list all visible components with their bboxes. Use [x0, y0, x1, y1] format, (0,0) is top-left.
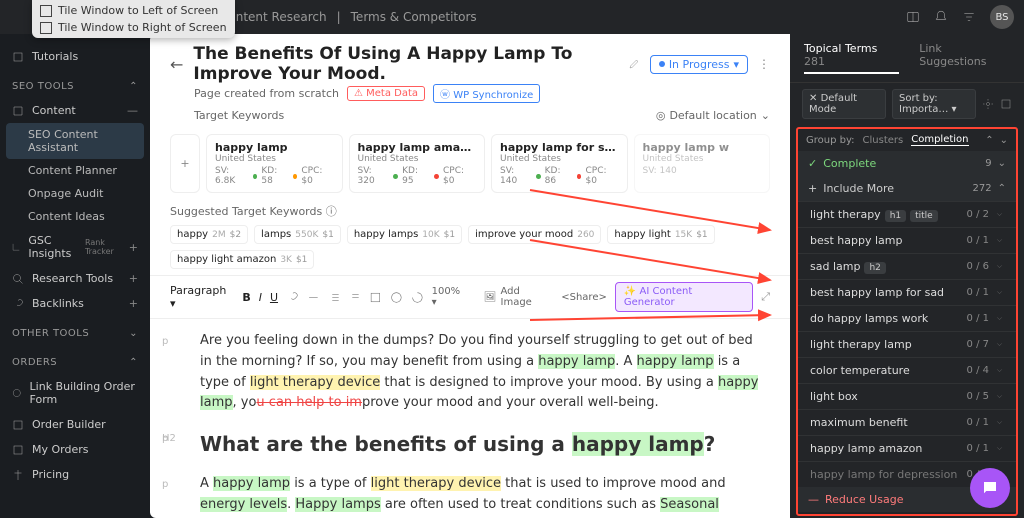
- bold-button[interactable]: B: [242, 291, 250, 304]
- kw-card-1[interactable]: happy lamp amazonUnited States SV: 320KD…: [349, 134, 486, 193]
- main-editor: ← The Benefits Of Using A Happy Lamp To …: [150, 34, 790, 518]
- term-row[interactable]: light therapy lamp0 / 7: [798, 331, 1016, 357]
- sidebar-gsc[interactable]: GSC Insights Rank Tracker+: [0, 228, 150, 266]
- collapse-all-icon[interactable]: ⌃: [985, 135, 993, 146]
- crumb-1[interactable]: Content Research: [220, 10, 327, 24]
- section-complete[interactable]: ✓ Complete9 ⌄: [798, 151, 1016, 176]
- strike-icon[interactable]: [307, 291, 320, 304]
- sidebar-orders[interactable]: ORDERS⌃: [0, 351, 150, 374]
- term-row[interactable]: maximum benefit0 / 1: [798, 409, 1016, 435]
- term-row[interactable]: light therapyh1title0 / 2: [798, 201, 1016, 227]
- term-row[interactable]: do happy lamps work0 / 1: [798, 305, 1016, 331]
- right-panel: Topical Terms 281 Link Suggestions ✕ Def…: [790, 34, 1024, 518]
- group-completion[interactable]: Completion: [911, 134, 968, 146]
- share-button[interactable]: <Share>: [561, 292, 607, 303]
- add-keyword-button[interactable]: +: [170, 134, 200, 193]
- term-row[interactable]: light box0 / 5: [798, 383, 1016, 409]
- tab-topical-terms[interactable]: Topical Terms 281: [804, 42, 899, 74]
- kw-card-0[interactable]: happy lampUnited States SV: 6.8KKD: 58CP…: [206, 134, 343, 193]
- sidebar-pricing[interactable]: Pricing: [0, 462, 150, 487]
- clear-icon[interactable]: [390, 291, 403, 304]
- group-clusters[interactable]: Clusters: [863, 135, 904, 146]
- avatar[interactable]: BS: [990, 5, 1014, 29]
- sidebar-content[interactable]: Content—: [0, 98, 150, 123]
- list-ul-icon[interactable]: [348, 291, 361, 304]
- sidebar-onpage-audit[interactable]: Onpage Audit: [0, 182, 150, 205]
- expand-all-icon[interactable]: ⌄: [1000, 135, 1008, 146]
- kw-card-3[interactable]: happy lamp wUnited States SV: 140: [634, 134, 771, 193]
- filter-icon[interactable]: [962, 10, 976, 24]
- status-pill[interactable]: In Progress ▾: [650, 55, 748, 74]
- term-row[interactable]: best happy lamp for sad0 / 1: [798, 279, 1016, 305]
- term-row[interactable]: color temperature0 / 4: [798, 357, 1016, 383]
- term-row[interactable]: best happy lamp0 / 1: [798, 227, 1016, 253]
- sug-3[interactable]: improve your mood260: [468, 225, 601, 244]
- sug-1[interactable]: lamps550K$1: [254, 225, 341, 244]
- back-button[interactable]: ←: [170, 55, 183, 74]
- editor-toolbar: Paragraph ▾ B I U 100% ▾ 🖼 Add Image <Sh…: [150, 275, 790, 319]
- section-include[interactable]: + Include More272 ⌃: [798, 176, 1016, 201]
- gear-icon[interactable]: [982, 98, 994, 110]
- zoom-select[interactable]: 100% ▾: [432, 286, 468, 308]
- term-row[interactable]: happy lamp amazon0 / 1: [798, 435, 1016, 461]
- chat-button[interactable]: [970, 468, 1010, 508]
- quote-icon[interactable]: [369, 291, 382, 304]
- sidebar-other-tools[interactable]: OTHER TOOLS⌄: [0, 322, 150, 345]
- sug-0[interactable]: happy2M$2: [170, 225, 248, 244]
- target-keywords-label: Target Keywords: [194, 109, 284, 122]
- book-icon[interactable]: [906, 10, 920, 24]
- editor-body[interactable]: p Are you feeling down in the dumps? Do …: [150, 319, 790, 518]
- mode-select[interactable]: ✕ Default Mode: [802, 89, 886, 119]
- tab-link-suggestions[interactable]: Link Suggestions: [919, 42, 1010, 74]
- breadcrumb: Content Research | Terms & Competitors: [220, 10, 477, 24]
- sidebar-backlinks[interactable]: Backlinks+: [0, 291, 150, 316]
- sidebar-order-builder[interactable]: Order Builder: [0, 412, 150, 437]
- default-location[interactable]: ◎ Default location ⌄: [656, 109, 770, 122]
- crumb-2[interactable]: Terms & Competitors: [351, 10, 477, 24]
- sidebar-research[interactable]: Research Tools+: [0, 266, 150, 291]
- page-title[interactable]: The Benefits Of Using A Happy Lamp To Im…: [193, 44, 617, 84]
- suggested-keywords-label: Suggested Target Keywords ⓘ: [150, 199, 790, 223]
- sidebar-seo-content-assistant[interactable]: SEO Content Assistant: [6, 123, 144, 159]
- expand-icon[interactable]: ⤢: [761, 290, 770, 304]
- sidebar-content-planner[interactable]: Content Planner: [0, 159, 150, 182]
- terms-panel: Group by: Clusters Completion ⌃⌄ ✓ Compl…: [796, 127, 1018, 516]
- sug-2[interactable]: happy lamps10K$1: [347, 225, 462, 244]
- italic-button[interactable]: I: [259, 291, 262, 304]
- bell-icon[interactable]: [934, 10, 948, 24]
- sidebar-seo-tools[interactable]: SEO TOOLS⌃: [0, 75, 150, 98]
- tile-window-menu[interactable]: Tile Window to Left of Screen Tile Windo…: [32, 0, 235, 38]
- sidebar-my-orders[interactable]: My Orders: [0, 437, 150, 462]
- paragraph-select[interactable]: Paragraph ▾: [170, 284, 234, 310]
- sug-4[interactable]: happy light15K$1: [607, 225, 714, 244]
- kw-card-2[interactable]: happy lamp for sadUnited States SV: 140K…: [491, 134, 628, 193]
- sidebar-tutorials[interactable]: Tutorials: [0, 44, 150, 69]
- undo-icon[interactable]: [411, 291, 424, 304]
- sidebar-link-building[interactable]: Link Building Order Form: [0, 374, 150, 412]
- ai-generator-button[interactable]: ✨ AI Content Generator: [615, 282, 753, 312]
- list-ol-icon[interactable]: [328, 291, 341, 304]
- add-image-button[interactable]: 🖼 Add Image: [484, 286, 553, 308]
- edit-icon[interactable]: [628, 58, 640, 70]
- tile-right[interactable]: Tile Window to Right of Screen: [40, 19, 227, 36]
- kebab-menu[interactable]: ⋮: [758, 57, 770, 71]
- sug-5[interactable]: happy light amazon3K$1: [170, 250, 314, 269]
- sort-select[interactable]: Sort by: Importa… ▾: [892, 89, 976, 119]
- export-icon[interactable]: [1000, 98, 1012, 110]
- underline-button[interactable]: U: [270, 291, 278, 304]
- term-row[interactable]: sad lamph20 / 6: [798, 253, 1016, 279]
- meta-data-button[interactable]: ⚠ Meta Data: [347, 86, 425, 101]
- sidebar: Tutorials SEO TOOLS⌃ Content— SEO Conten…: [0, 34, 150, 518]
- wp-sync-button[interactable]: ⓦ WP Synchronize: [433, 84, 540, 103]
- link-icon[interactable]: [286, 291, 299, 304]
- suggested-keywords: happy2M$2 lamps550K$1 happy lamps10K$1 i…: [150, 223, 790, 275]
- created-from: Page created from scratch: [194, 87, 339, 100]
- group-by-row: Group by: Clusters Completion ⌃⌄: [798, 129, 1016, 151]
- sidebar-content-ideas[interactable]: Content Ideas: [0, 205, 150, 228]
- tile-left[interactable]: Tile Window to Left of Screen: [40, 2, 227, 19]
- keyword-cards: + happy lampUnited States SV: 6.8KKD: 58…: [150, 128, 790, 199]
